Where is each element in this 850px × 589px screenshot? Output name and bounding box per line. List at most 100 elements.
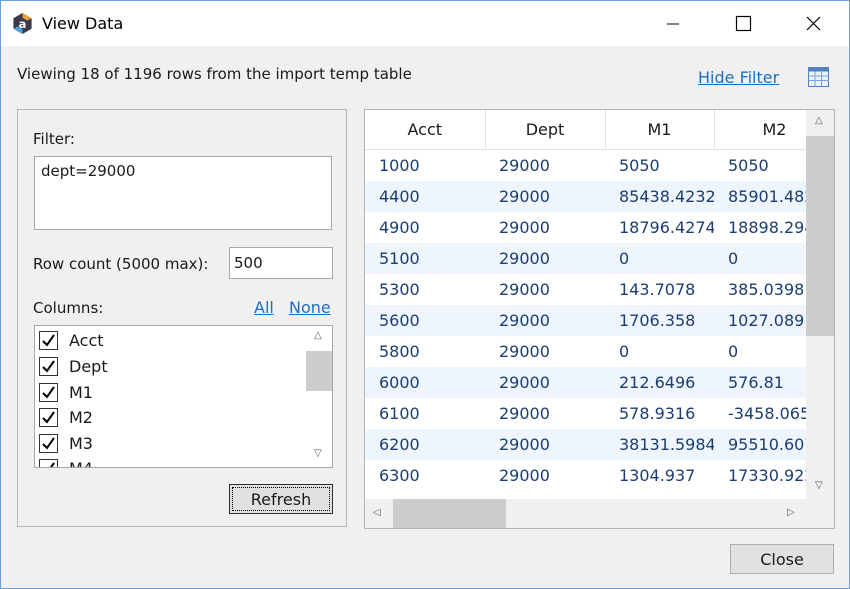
table-row[interactable]: 6100 29000 578.9316 -3458.0652 [365,398,806,429]
cell-acct: 4900 [379,218,420,237]
columns-label: Columns: [33,299,104,317]
column-item-m2[interactable]: M2 [39,406,309,430]
table-row[interactable]: 44002900085438.423285901.4828 [365,181,806,212]
table-row[interactable]: 6300 29000 1304.937 17330.9226 [365,460,806,491]
data-grid-panel: Acct Dept M1 M2 1000 29000 5050 5050 4400 29… [364,109,835,529]
filter-input[interactable]: dept=29000 [34,156,332,230]
hide-filter-link[interactable]: Hide Filter [698,68,779,87]
cell-m1: 1706.358 [605,305,714,336]
cell-acct: 5600 [365,305,485,336]
table-row[interactable]: 1000 29000 5050 5050 [365,150,806,182]
cell-m1: 1304.937 [619,466,696,485]
checkbox-checked-icon[interactable] [39,383,58,402]
columns-list: Acct Dept M1 M2 M3 △ ▽ [34,325,333,468]
grid-vertical-thumb[interactable] [806,136,834,336]
header-m1[interactable]: M1 [605,110,715,150]
cell-acct: 6300 [379,466,420,485]
column-item-m3[interactable]: M3 [39,432,309,456]
cell-dept: 29000 [485,181,605,212]
window-title: View Data [42,14,124,33]
cell-m2: 1027.089 [714,305,806,336]
table-row[interactable]: 62002900038131.598495510.6072 [365,429,806,460]
maximize-icon [735,15,752,32]
table-row[interactable]: 6000 29000 212.6496 576.81 [365,367,806,398]
minimize-button[interactable] [650,1,696,46]
header-m2[interactable]: M2 [714,110,806,150]
cell-acct: 6100 [379,404,420,423]
column-item-m1[interactable]: M1 [39,381,309,405]
column-label: M3 [69,434,93,453]
grid-vertical-scrollbar[interactable]: △ ▽ [806,110,834,499]
cell-acct: 6200 [365,429,485,460]
table-row[interactable]: 5100 29000 0 0 [365,243,806,274]
scroll-up-icon[interactable]: △ [815,115,823,126]
header-dept[interactable]: Dept [485,110,606,150]
checkbox-checked-icon[interactable] [39,408,58,427]
cell-acct: 5100 [365,243,485,274]
cell-m1: 578.9316 [619,404,696,423]
column-item-acct[interactable]: Acct [39,329,309,353]
table-row[interactable]: 5800 29000 0 0 [365,336,806,367]
filter-label: Filter: [33,130,75,148]
row-summary: Viewing 18 of 1196 rows from the import … [17,65,412,83]
column-label: M1 [69,383,93,402]
window-close-button[interactable] [790,1,836,46]
cell-acct: 5300 [379,280,420,299]
column-label: M4 [69,459,93,467]
svg-text:a: a [19,17,27,31]
table-row[interactable]: 5600 29000 1706.358 1027.089 [365,305,806,336]
cell-acct: 1000 [379,156,420,175]
select-none-link[interactable]: None [289,298,331,317]
column-label: Acct [69,331,104,350]
cell-dept: 29000 [485,243,605,274]
columns-scroll-thumb[interactable] [306,351,332,391]
table-row[interactable]: 5300 29000 143.7078 385.0398 [365,274,806,305]
scroll-down-icon[interactable]: ▽ [815,480,823,491]
column-label: Dept [69,357,108,376]
view-data-window: a View Data Viewing 18 of 1196 rows from… [0,0,850,589]
select-all-link[interactable]: All [254,298,274,317]
cell-m1: 5050 [619,156,660,175]
checkbox-checked-icon[interactable] [39,459,58,467]
cell-dept: 29000 [485,429,605,460]
cell-m2: 0 [728,342,739,361]
cell-dept: 29000 [499,342,550,361]
columns-vertical-scrollbar[interactable]: △ ▽ [306,326,332,467]
table-row[interactable]: 4900 29000 18796.4274 18898.2948 [365,212,806,243]
cell-m1: 38131.5984 [605,429,714,460]
cell-m2: 576.81 [714,367,806,398]
grid-horizontal-scrollbar[interactable]: ◁ ▷ [365,499,806,528]
dialog-body: Viewing 18 of 1196 rows from the import … [1,46,849,588]
grid-view-icon[interactable] [807,66,830,88]
close-icon [806,16,821,31]
scroll-right-icon[interactable]: ▷ [787,507,795,518]
column-item-dept[interactable]: Dept [39,355,309,379]
checkbox-checked-icon[interactable] [39,331,58,350]
row-count-input[interactable] [229,247,333,279]
scroll-up-icon[interactable]: △ [314,330,322,341]
cell-m1: 0 [605,243,714,274]
column-item-m4[interactable]: M4 [39,457,309,467]
scrollbar-corner [806,499,834,528]
maximize-button[interactable] [719,1,765,46]
checkbox-checked-icon[interactable] [39,434,58,453]
cell-m1: 143.7078 [619,280,696,299]
checkbox-checked-icon[interactable] [39,357,58,376]
cell-m2: -3458.0652 [728,404,806,423]
data-grid: Acct Dept M1 M2 1000 29000 5050 5050 4400 29… [365,110,806,499]
cell-acct: 6000 [365,367,485,398]
cell-m2: 18898.2948 [728,218,806,237]
filter-panel: Filter: dept=29000 Row count (5000 max):… [17,109,347,527]
scroll-left-icon[interactable]: ◁ [373,507,381,518]
header-acct[interactable]: Acct [365,110,486,150]
cell-acct: 5800 [379,342,420,361]
header-row: Acct Dept M1 M2 [365,110,806,150]
row-count-label: Row count (5000 max): [33,255,209,273]
refresh-button[interactable]: Refresh [229,484,333,514]
close-button[interactable]: Close [730,544,834,574]
cell-dept: 29000 [499,218,550,237]
data-table: Acct Dept M1 M2 1000 29000 5050 5050 4400 29… [365,110,806,491]
scroll-down-icon[interactable]: ▽ [314,448,322,459]
cell-m1: 18796.4274 [619,218,714,237]
grid-horizontal-thumb[interactable] [393,499,506,528]
